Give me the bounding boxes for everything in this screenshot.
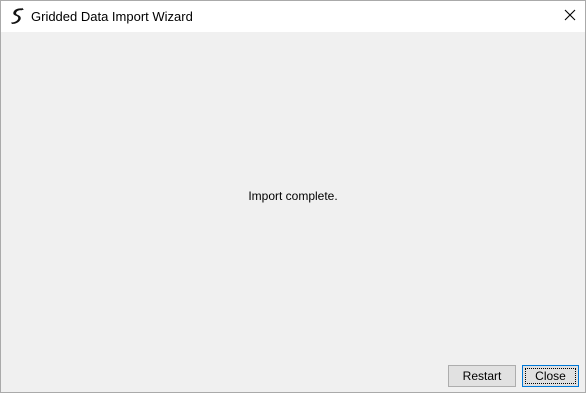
app-logo-icon — [9, 7, 25, 25]
close-window-button[interactable] — [555, 1, 585, 32]
window-title: Gridded Data Import Wizard — [31, 9, 193, 24]
status-message: Import complete. — [248, 189, 338, 203]
wizard-content: Import complete. Restart Close — [1, 32, 585, 392]
restart-button[interactable]: Restart — [448, 365, 516, 387]
title-bar: Gridded Data Import Wizard — [1, 1, 585, 32]
wizard-window: Gridded Data Import Wizard Import comple… — [0, 0, 586, 393]
close-button[interactable]: Close — [522, 365, 579, 387]
close-button-label: Close — [535, 369, 566, 383]
close-icon — [564, 8, 576, 26]
